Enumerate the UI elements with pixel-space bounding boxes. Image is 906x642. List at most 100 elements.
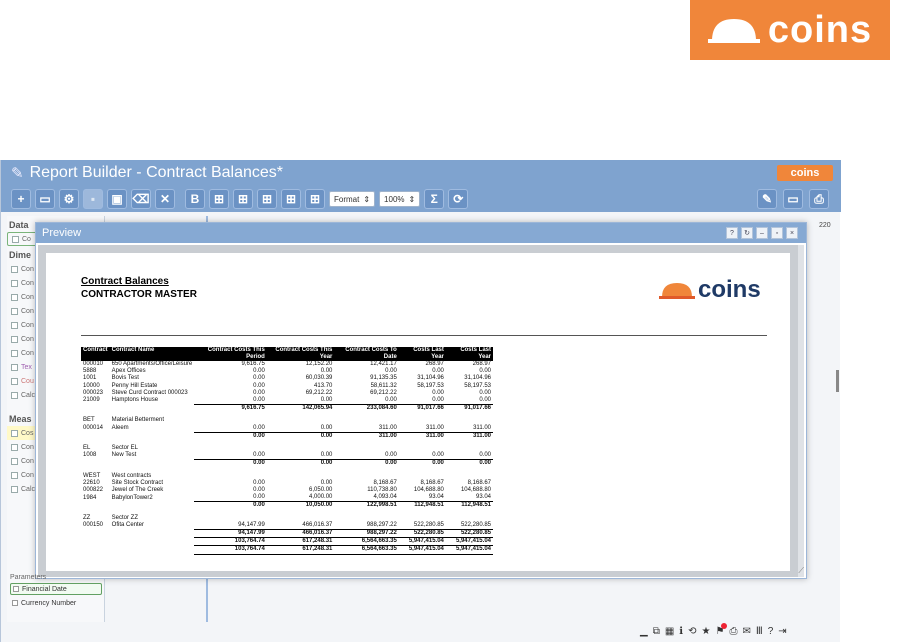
border-cols-button[interactable]: ⊞ — [305, 189, 325, 209]
brand-wordmark: coins — [767, 9, 873, 51]
dimension-label: Tex — [21, 363, 32, 371]
close-report-button[interactable]: ✕ — [155, 189, 175, 209]
preview-dialog: Preview ? ↻ – ▫ × Contract Balances CONT… — [35, 222, 807, 579]
star-icon[interactable]: ★ — [702, 626, 711, 637]
table-cell: 522,280.85 — [398, 529, 446, 538]
help-icon[interactable]: ? — [768, 626, 774, 637]
delete-button[interactable]: ⌫ — [131, 189, 151, 209]
coins-brand-logo: coins — [690, 0, 890, 60]
bold-button[interactable]: B — [185, 189, 205, 209]
report-logo-word: coins — [698, 276, 761, 303]
col-header: Contract Costs To Date — [334, 347, 399, 361]
table-cell: 103,764.74 — [194, 537, 267, 546]
table-cell: 0.00 — [253, 494, 265, 501]
table-cell: 112,948.51 — [445, 501, 493, 510]
table-cell: 0.00 — [194, 501, 267, 510]
group-total-row: 0.00 10,050.00 122,998.51 112,948.51 112,948… — [81, 501, 493, 510]
sum-button[interactable]: Σ — [424, 189, 445, 209]
preview-scrollbar[interactable] — [798, 245, 804, 577]
parameters-head: Parameters — [10, 574, 47, 581]
hard-hat-icon — [707, 15, 760, 45]
refresh-button[interactable]: ⟳ — [448, 189, 469, 209]
table-cell: Site Stock Contract — [111, 479, 164, 486]
minimize-all-icon[interactable]: ▁ — [640, 626, 648, 637]
col-header: Contract Name — [109, 347, 195, 361]
vertical-scrollbar[interactable] — [836, 370, 839, 392]
table-cell: 0.00 — [432, 368, 444, 375]
table-cell: 110,738.80 — [367, 487, 397, 494]
resize-grip-icon[interactable]: ⟋ — [798, 566, 804, 576]
table-cell: 0.00 — [253, 424, 265, 431]
reload-button[interactable]: ↻ — [741, 227, 753, 239]
table-cell — [110, 432, 195, 440]
printer-icon[interactable]: ⎙ — [729, 626, 737, 637]
table-cell: Steve Curd Contract 000023 — [111, 389, 188, 396]
table-cell — [334, 445, 398, 452]
dimension-label: Con — [21, 279, 34, 287]
table-cell: 0.00 — [194, 459, 267, 468]
param-currency-number[interactable]: Currency Number — [10, 597, 102, 609]
mail-icon[interactable]: ✉ — [742, 626, 750, 637]
edit-button[interactable]: ✎ — [757, 189, 777, 209]
history-icon[interactable]: ⟲ — [688, 626, 696, 637]
table-cell: 93.04 — [475, 494, 491, 501]
maximize-button[interactable]: ▫ — [771, 227, 783, 239]
col-header: Contract Costs This Year — [266, 347, 335, 361]
col-header: Contract Costs This Period — [194, 347, 267, 361]
select-arrows-icon: ⇕ — [408, 194, 416, 204]
param-financial-date[interactable]: Financial Date — [10, 583, 102, 595]
close-button[interactable]: × — [786, 227, 798, 239]
info-icon[interactable]: ℹ — [679, 626, 683, 637]
table-cell — [110, 538, 195, 546]
col-header: Contract — [81, 347, 110, 361]
table-cell: Aleem — [111, 424, 129, 431]
table-cell: 0.00 — [432, 397, 444, 404]
table-cell — [334, 473, 398, 480]
open-folder-button[interactable]: ▭ — [35, 189, 55, 209]
grid-icon[interactable]: ▦ — [665, 626, 674, 637]
border-outer-button[interactable]: ⊞ — [257, 189, 277, 209]
table-cell: 311.00 — [398, 431, 446, 441]
table-cell: 0.00 — [432, 389, 444, 396]
table-cell: 1001 — [83, 375, 97, 382]
field-icon — [12, 600, 18, 606]
format-select[interactable]: Format ⇕ — [329, 191, 376, 207]
group-total-row: 9,616.75 142,065.94 233,084.60 91,017.66 91,… — [81, 404, 493, 413]
save-as-button[interactable]: ▣ — [107, 189, 127, 209]
border-all-button[interactable]: ⊞ — [209, 189, 229, 209]
windows-icon[interactable]: ⧉ — [653, 626, 660, 637]
monitor-button[interactable]: ▭ — [783, 189, 803, 209]
grand-total-row: 103,764.74 617,248.31 6,564,663.35 5,947,41… — [81, 537, 493, 546]
table-cell — [267, 515, 335, 522]
table-cell: 0.00 — [253, 389, 265, 396]
table-cell: ZZ — [83, 514, 91, 521]
border-grid-button[interactable]: ⊞ — [233, 189, 253, 209]
settings-gear-button[interactable]: ⚙ — [59, 189, 79, 209]
field-icon — [11, 457, 18, 465]
save-button[interactable]: ▪ — [83, 189, 103, 209]
table-cell — [334, 515, 398, 522]
table-cell — [267, 473, 335, 480]
logout-icon[interactable]: ⇥ — [778, 626, 786, 637]
table-cell: 5,947,415.04 — [398, 545, 446, 555]
minimize-button[interactable]: – — [756, 227, 768, 239]
table-cell: 58,197.53 — [417, 382, 444, 389]
print-button[interactable]: ⎙ — [809, 189, 829, 209]
table-cell: WEST — [83, 472, 101, 479]
add-button[interactable]: + — [11, 189, 31, 209]
table-cell: 94,147.99 — [238, 521, 265, 528]
table-cell: 988,297.22 — [366, 521, 397, 528]
border-inner-button[interactable]: ⊞ — [281, 189, 301, 209]
table-cell: 0.00 — [253, 397, 265, 404]
zoom-select[interactable]: 100% ⇕ — [379, 191, 421, 207]
table-cell: 413.70 — [314, 382, 333, 389]
table-cell: 5,947,415.04 — [445, 545, 493, 555]
table-cell: 311.00 — [378, 424, 397, 431]
table-cell: 522,280.85 — [413, 521, 444, 528]
help-button[interactable]: ? — [726, 227, 738, 239]
table-cell: 311.00 — [334, 431, 399, 441]
flag-icon[interactable]: ⚑ — [715, 622, 728, 637]
group-head-row: WEST West contracts — [81, 473, 493, 480]
library-icon[interactable]: Ⅲ — [756, 626, 763, 637]
field-icon — [11, 471, 18, 479]
